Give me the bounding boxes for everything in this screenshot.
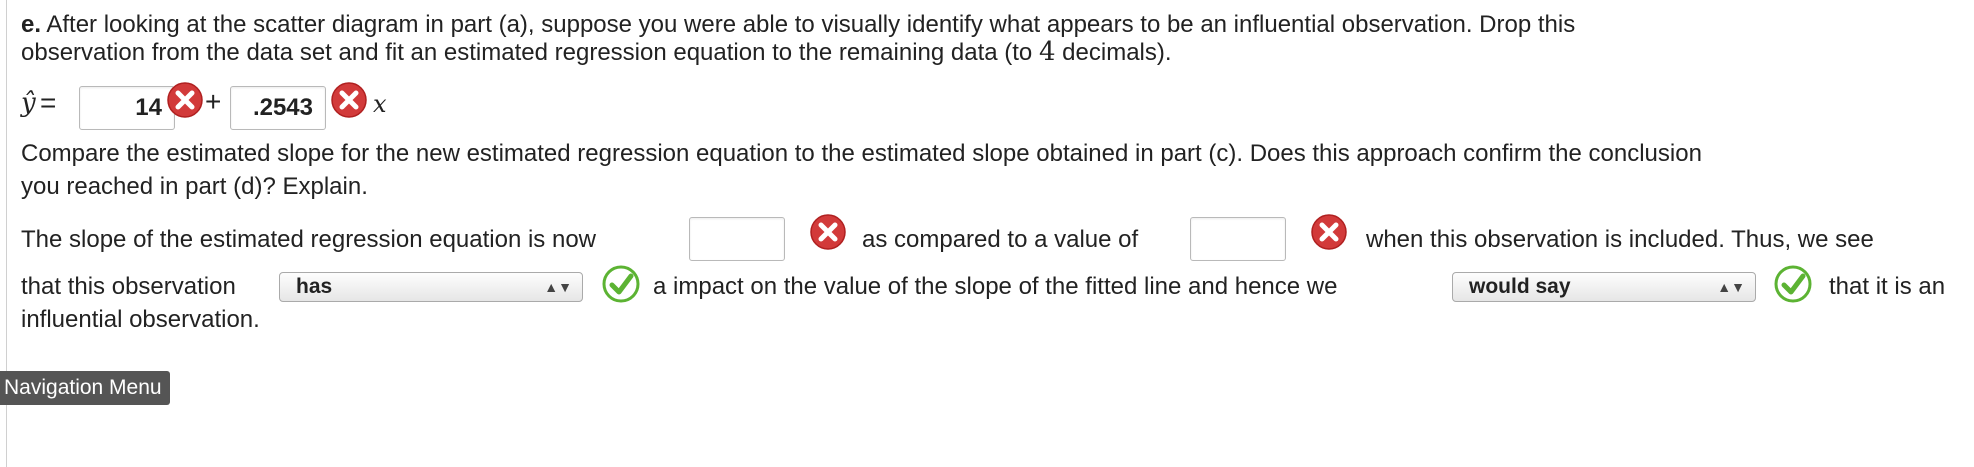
compare-line-1: Compare the estimated slope for the new … <box>21 140 1702 167</box>
conclusion-select-value: would say <box>1469 275 1571 298</box>
slope-sentence-text-7: influential observation. <box>21 306 260 333</box>
x-variable: x <box>373 90 387 118</box>
correct-icon <box>1774 265 1812 303</box>
part-e-label: e. <box>21 11 42 38</box>
part-e-text-1: After looking at the scatter diagram in … <box>46 11 1576 38</box>
compare-line-2: you reached in part (d)? Explain. <box>21 173 368 200</box>
select-arrows-icon: ▲▼ <box>544 279 572 295</box>
y-hat-symbol: ŷ <box>21 88 36 118</box>
new-slope-input[interactable] <box>689 217 785 261</box>
part-e-line-2: observation from the data set and fit an… <box>21 37 1172 68</box>
old-slope-input[interactable] <box>1190 217 1286 261</box>
incorrect-icon <box>810 214 846 250</box>
incorrect-icon <box>331 82 367 118</box>
part-e-text-2: observation from the data set and fit an… <box>21 39 1033 66</box>
incorrect-icon <box>1311 214 1347 250</box>
select-arrows-icon: ▲▼ <box>1717 279 1745 295</box>
equals-sign: = <box>40 87 57 118</box>
slope-sentence-text-3: when this observation is included. Thus,… <box>1366 226 1874 253</box>
part-e-text-3: decimals). <box>1062 39 1172 66</box>
correct-icon <box>602 265 640 303</box>
incorrect-icon <box>167 82 203 118</box>
slope-sentence-text-6: that it is an <box>1829 273 1946 300</box>
part-e-line-1: e. After looking at the scatter diagram … <box>21 10 1575 40</box>
decimals-number: 4 <box>1038 37 1056 67</box>
slope-sentence-text-4: that this observation <box>21 273 236 300</box>
intercept-input[interactable] <box>79 86 175 130</box>
plus-sign: + <box>205 86 222 117</box>
impact-select-value: has <box>296 275 333 298</box>
slope-sentence-text-1: The slope of the estimated regression eq… <box>21 226 597 253</box>
slope-sentence-text-2: as compared to a value of <box>862 226 1139 253</box>
conclusion-select[interactable]: would say ▲▼ <box>1452 272 1756 302</box>
slope-input[interactable] <box>230 86 326 130</box>
navigation-menu-tooltip[interactable]: Navigation Menu <box>0 371 170 405</box>
impact-select[interactable]: has ▲▼ <box>279 272 583 302</box>
slope-sentence-text-5: a impact on the value of the slope of th… <box>653 273 1338 300</box>
